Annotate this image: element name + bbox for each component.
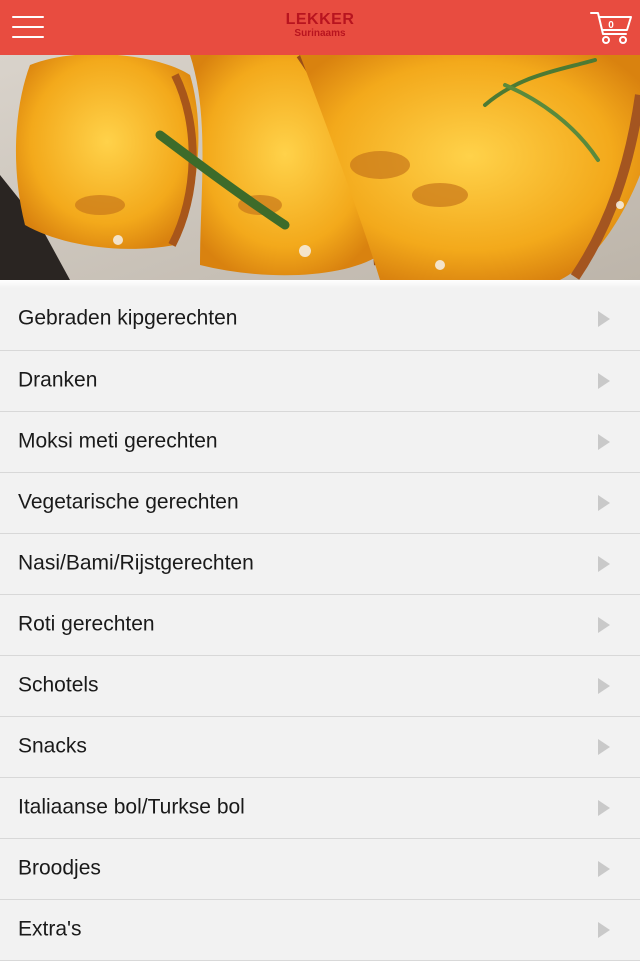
category-item-broodjes[interactable]: Broodjes (0, 839, 640, 900)
chevron-right-icon (598, 861, 610, 877)
category-item-dranken[interactable]: Dranken (0, 351, 640, 412)
app-logo[interactable]: LEKKER Surinaams (0, 12, 640, 39)
category-label: Roti gerechten (18, 612, 155, 636)
category-item-moksi-meti[interactable]: Moksi meti gerechten (0, 412, 640, 473)
category-item-italiaanse-turkse-bol[interactable]: Italiaanse bol/Turkse bol (0, 778, 640, 839)
chevron-right-icon (598, 800, 610, 816)
chevron-right-icon (598, 373, 610, 389)
logo-title: LEKKER (285, 11, 355, 28)
category-item-extras[interactable]: Extra's (0, 900, 640, 961)
category-label: Snacks (18, 734, 87, 758)
chevron-right-icon (598, 311, 610, 327)
category-label: Nasi/Bami/Rijstgerechten (18, 551, 254, 575)
category-item-roti[interactable]: Roti gerechten (0, 595, 640, 656)
category-label: Gebraden kipgerechten (18, 306, 238, 330)
chevron-right-icon (598, 556, 610, 572)
category-label: Dranken (18, 368, 98, 392)
category-item-gebraden-kipgerechten[interactable]: Gebraden kipgerechten (0, 288, 640, 351)
category-list: Gebraden kipgerechten Dranken Moksi meti… (0, 288, 640, 961)
category-item-schotels[interactable]: Schotels (0, 656, 640, 717)
hero-divider (0, 280, 640, 288)
category-item-nasi-bami-rijst[interactable]: Nasi/Bami/Rijstgerechten (0, 534, 640, 595)
category-label: Italiaanse bol/Turkse bol (18, 795, 245, 819)
chevron-right-icon (598, 739, 610, 755)
category-label: Moksi meti gerechten (18, 429, 218, 453)
hero-image (0, 55, 640, 280)
category-label: Schotels (18, 673, 99, 697)
category-label: Vegetarische gerechten (18, 490, 239, 514)
cart-count-badge: 0 (608, 20, 614, 31)
category-label: Broodjes (18, 856, 101, 880)
chevron-right-icon (598, 495, 610, 511)
shopping-cart-button[interactable]: 0 (590, 8, 634, 46)
chevron-right-icon (598, 434, 610, 450)
chevron-right-icon (598, 922, 610, 938)
category-item-snacks[interactable]: Snacks (0, 717, 640, 778)
logo-subtitle: Surinaams (294, 28, 346, 39)
category-item-vegetarische[interactable]: Vegetarische gerechten (0, 473, 640, 534)
category-label: Extra's (18, 917, 82, 941)
top-bar: LEKKER Surinaams 0 (0, 0, 640, 55)
chevron-right-icon (598, 678, 610, 694)
chevron-right-icon (598, 617, 610, 633)
